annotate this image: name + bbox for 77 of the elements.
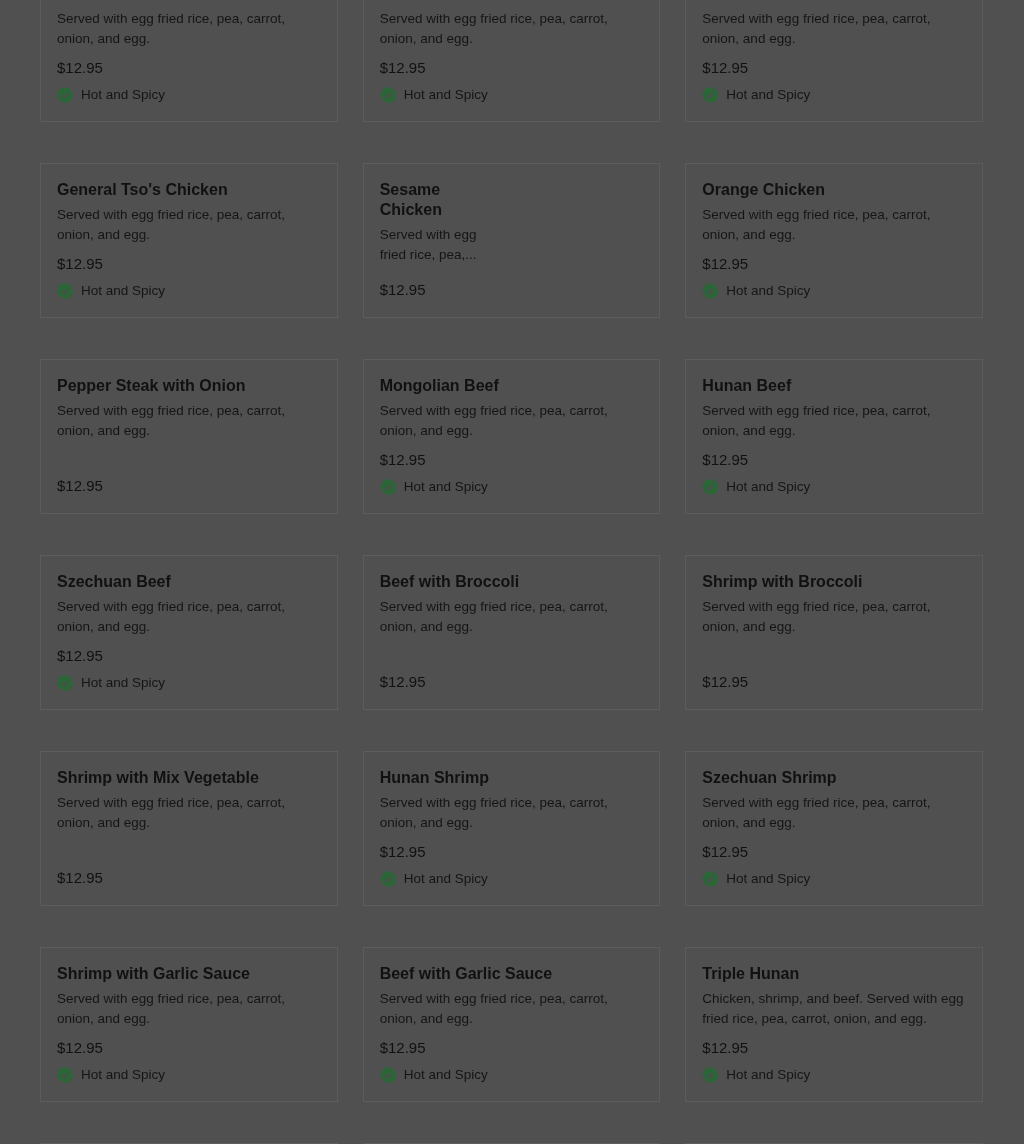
dish-description: Served with egg fried rice, pea, carrot, onion, and egg.: [702, 206, 932, 244]
dish-description: Served with egg fried rice, pea, carrot, onion, and egg.: [57, 10, 287, 48]
dish-title: Hunan Shrimp: [379, 768, 489, 788]
dish-price: $12.95: [57, 476, 103, 496]
dish-description: Served with egg fried rice, pea, carrot, onion, and egg.: [702, 598, 932, 636]
tag-label: Hot and Spicy: [81, 1066, 166, 1084]
dish-title: Shrimp with Broccoli: [702, 572, 863, 592]
dish-title: Triple Hunan: [702, 964, 800, 984]
dish-price: $12.95: [702, 842, 749, 862]
dish-description: Served with egg fried rice, pea, carrot, onion, and egg.: [702, 794, 932, 832]
dish-price: $12.95: [379, 1038, 426, 1058]
dish-price: $12.95: [702, 672, 749, 692]
check-badge-icon: [379, 87, 396, 103]
tag-label: Hot and Spicy: [726, 478, 811, 496]
tag-label: Hot and Spicy: [726, 870, 811, 888]
dish-description: Served with egg fried rice, pea, carrot, onion, and egg.: [702, 402, 932, 440]
dish-description: Served with egg fried rice, pea, carrot, onion, and egg.: [57, 598, 287, 636]
dish-description: Served with egg fried rice, pea, carrot, onion, and egg.: [57, 794, 287, 832]
dish-title: Beef with Garlic Sauce: [379, 964, 553, 984]
dish-price: $12.95: [702, 1038, 749, 1058]
dish-title: Sesame Chicken: [379, 180, 443, 220]
tag-label: Hot and Spicy: [403, 478, 488, 496]
tag-label: Hot and Spicy: [81, 282, 166, 300]
dish-price: $12.95: [57, 1038, 103, 1058]
dish-description: Served with egg fried rice, pea, carrot, onion, and egg.: [702, 10, 932, 48]
dish-description: Served with egg fried rice, pea, carrot, onion, and egg.: [379, 10, 609, 48]
dish-description: Served with egg fried rice, pea,...: [379, 226, 478, 264]
tag-label: Hot and Spicy: [726, 282, 811, 300]
dish-price: $12.95: [379, 450, 426, 470]
check-badge-icon: [379, 871, 396, 887]
check-badge-icon: [702, 871, 719, 887]
tag-label: Hot and Spicy: [726, 86, 811, 104]
dish-price: $12.95: [57, 646, 103, 666]
check-badge-icon: [379, 479, 396, 495]
tag-label: Hot and Spicy: [726, 1066, 811, 1084]
dish-price: $12.95: [57, 254, 103, 274]
dish-title: Hunan Beef: [702, 376, 792, 396]
dish-title: Shrimp with Garlic Sauce: [57, 964, 250, 984]
check-badge-icon: [702, 283, 719, 299]
dish-title: Shrimp with Mix Vegetable: [57, 768, 259, 788]
dish-title: Szechuan Beef: [57, 572, 171, 592]
dish-title: Mongolian Beef: [379, 376, 499, 396]
dish-description: Served with egg fried rice, pea, carrot, onion, and egg.: [379, 402, 609, 440]
dish-description: Served with egg fried rice, pea, carrot, onion, and egg.: [379, 794, 609, 832]
check-badge-icon: [702, 479, 719, 495]
dish-title: General Tso's Chicken: [57, 180, 228, 200]
check-badge-icon: [379, 1067, 396, 1083]
dish-description: Chicken, shrimp, and beef. Served with egg fried rice, pea, carrot, onion, and egg.: [702, 990, 965, 1028]
dish-description: Served with egg fried rice, pea, carrot, onion, and egg.: [57, 990, 287, 1028]
tag-label: Hot and Spicy: [403, 86, 488, 104]
check-badge-icon: [57, 87, 73, 103]
check-badge-icon: [57, 1067, 73, 1083]
dish-title: Pepper Steak with Onion: [57, 376, 246, 396]
dish-price: $12.95: [379, 672, 426, 692]
check-badge-icon: [57, 675, 73, 691]
dish-description: Served with egg fried rice, pea, carrot, onion, and egg.: [57, 402, 287, 440]
check-badge-icon: [702, 87, 719, 103]
dish-title: Orange Chicken: [702, 180, 826, 200]
dish-title: Szechuan Shrimp: [702, 768, 837, 788]
dish-price: $12.95: [57, 58, 103, 78]
dish-price: $12.95: [57, 868, 103, 888]
dish-title: Beef with Broccoli: [379, 572, 520, 592]
tag-label: Hot and Spicy: [81, 86, 166, 104]
dish-price: $12.95: [379, 58, 426, 78]
dish-price: $12.95: [702, 58, 749, 78]
dish-price: $12.95: [379, 842, 426, 862]
dish-price: $12.95: [702, 450, 749, 470]
dish-price: $12.95: [702, 254, 749, 274]
dish-description: Served with egg fried rice, pea, carrot, onion, and egg.: [379, 598, 609, 636]
dish-price: $12.95: [379, 280, 426, 300]
dish-description: Served with egg fried rice, pea, carrot, onion, and egg.: [379, 990, 609, 1028]
tag-label: Hot and Spicy: [403, 1066, 488, 1084]
dish-description: Served with egg fried rice, pea, carrot, onion, and egg.: [57, 206, 287, 244]
check-badge-icon: [702, 1067, 719, 1083]
tag-label: Hot and Spicy: [81, 674, 166, 692]
tag-label: Hot and Spicy: [403, 870, 488, 888]
check-badge-icon: [57, 283, 73, 299]
